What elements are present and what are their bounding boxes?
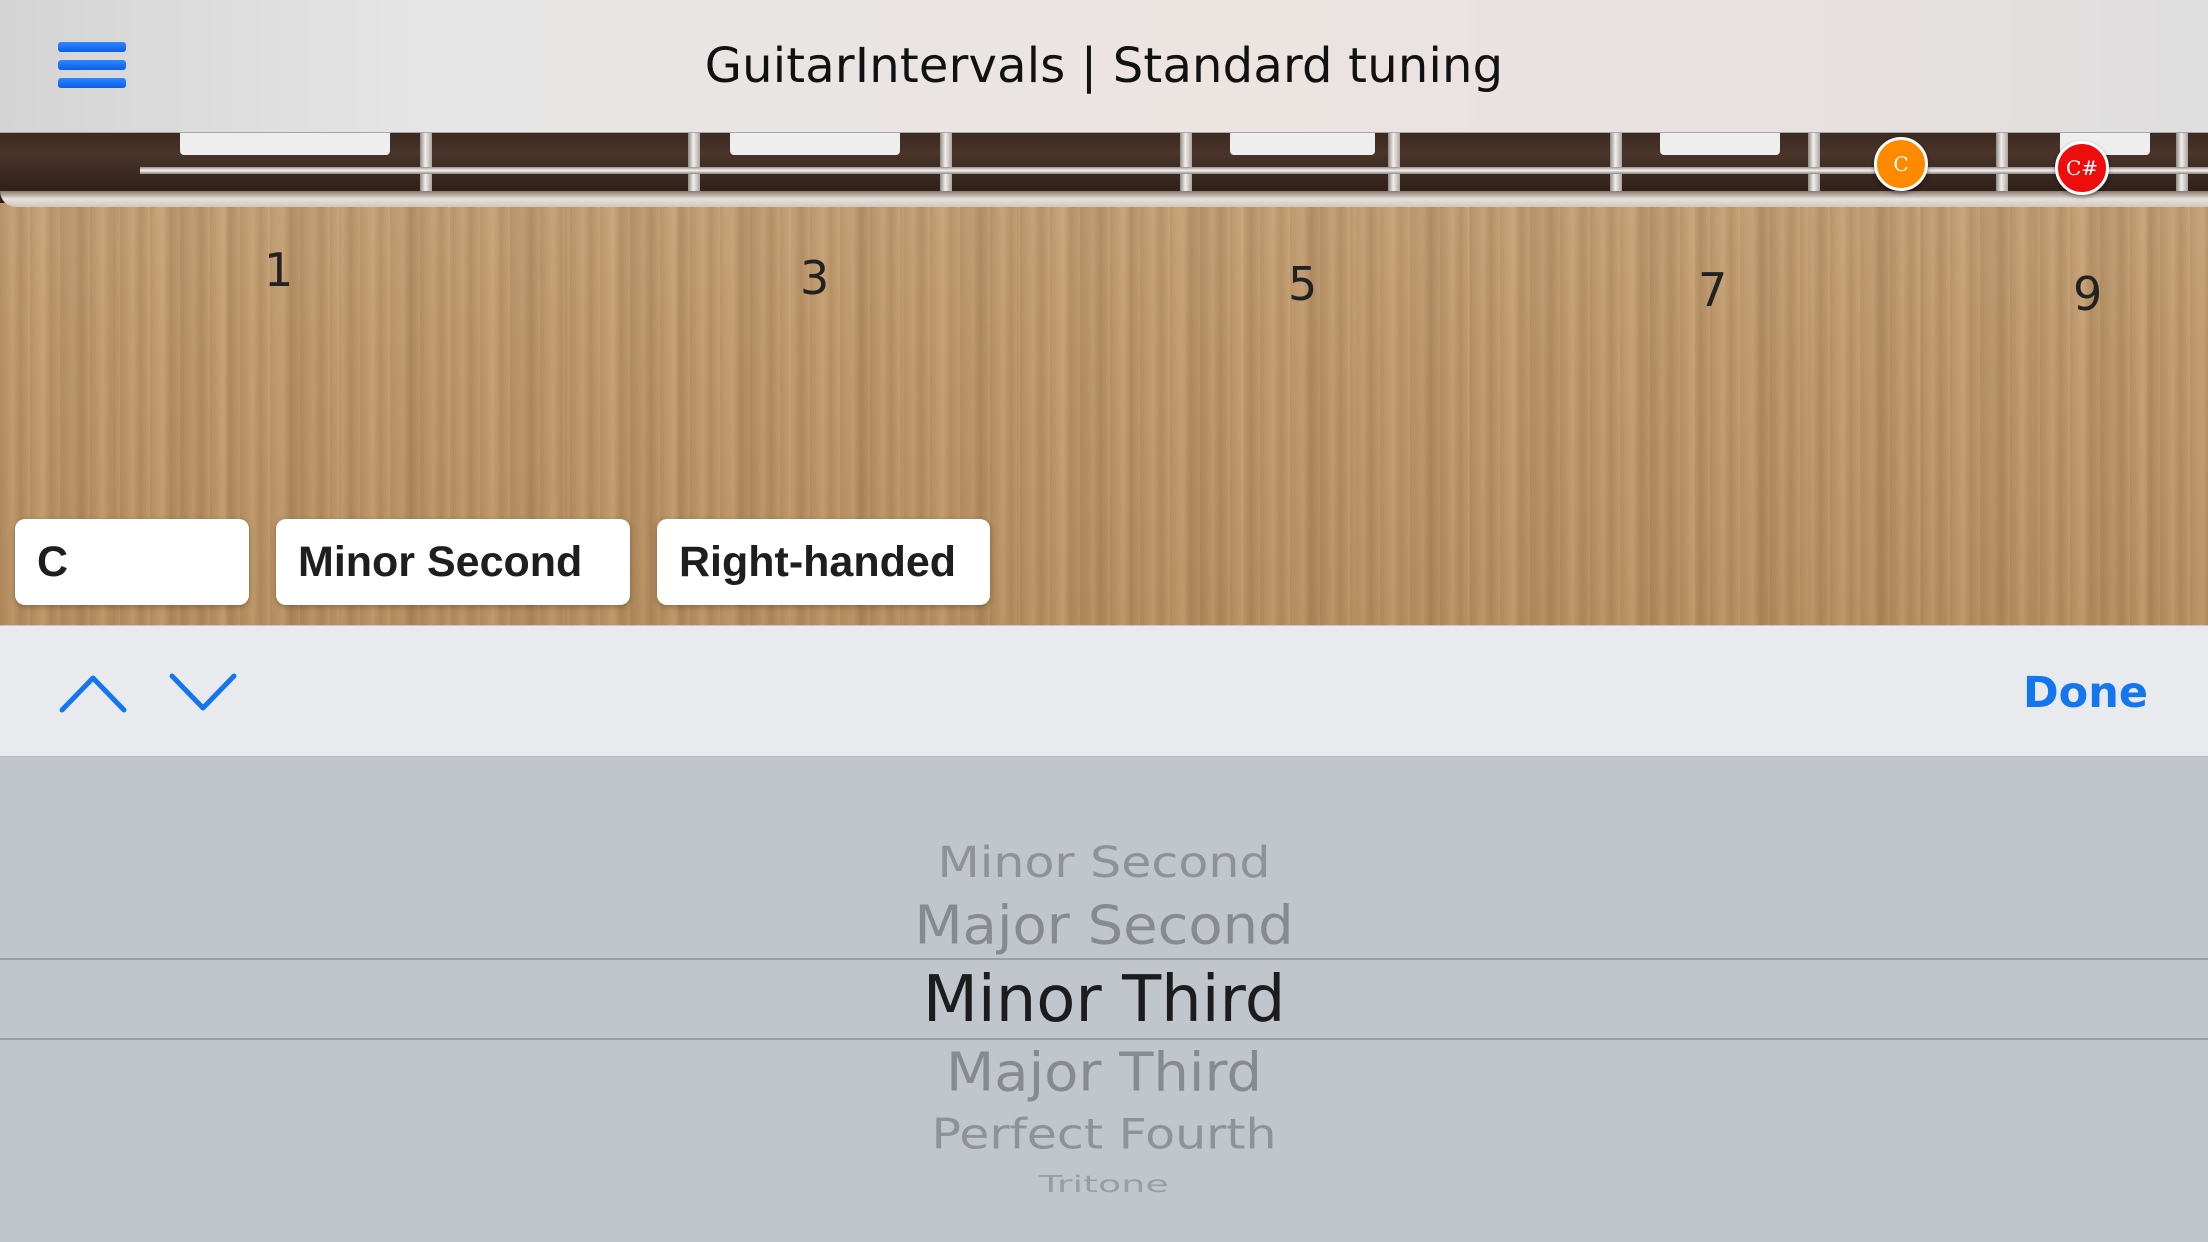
fret-inlay <box>730 133 900 155</box>
fret-wire <box>688 133 700 191</box>
fret-wire <box>1808 133 1820 191</box>
picker-selection-line-bottom <box>0 1038 2208 1040</box>
fretboard-binding <box>0 191 2208 207</box>
chevron-down-icon[interactable] <box>168 666 238 718</box>
picker-option[interactable]: Tritone <box>0 1171 2208 1197</box>
note-marker-c[interactable]: C <box>1874 137 1928 191</box>
picker-toolbar: Done <box>0 625 2208 757</box>
fret-wire <box>420 133 432 191</box>
root-note-selector[interactable]: C <box>15 519 249 605</box>
picker-option-selected[interactable]: Minor Third <box>0 963 2208 1037</box>
guitar-fretboard: 1 3 5 7 9 C C# C Minor Second Right-hand… <box>0 133 2208 625</box>
interval-selector[interactable]: Minor Second <box>276 519 630 605</box>
fret-wire <box>1610 133 1622 191</box>
done-button[interactable]: Done <box>2023 668 2148 718</box>
fret-wire <box>2176 133 2188 191</box>
chevron-up-icon[interactable] <box>58 666 128 718</box>
handedness-selector[interactable]: Right-handed <box>657 519 990 605</box>
picker-option[interactable]: Perfect Fourth <box>0 1110 2208 1159</box>
fret-wire <box>940 133 952 191</box>
fret-number: 7 <box>1698 263 1728 317</box>
page-title: GuitarIntervals | Standard tuning <box>704 38 1504 94</box>
fret-number: 9 <box>2073 267 2103 321</box>
fret-wire <box>1180 133 1192 191</box>
note-marker-c-sharp[interactable]: C# <box>2055 141 2109 195</box>
fret-wire <box>1996 133 2008 191</box>
picker-option[interactable]: Major Second <box>0 894 2208 956</box>
fret-number: 1 <box>264 243 294 297</box>
fret-inlay <box>180 133 390 155</box>
fret-wire <box>1388 133 1400 191</box>
picker-option[interactable]: Major Third <box>0 1041 2208 1103</box>
fret-number: 3 <box>800 251 830 305</box>
picker-option[interactable]: Minor Second <box>0 837 2208 887</box>
interval-picker-wheel[interactable]: Minor Second Major Second Minor Third Ma… <box>0 757 2208 1242</box>
navigation-bar: GuitarIntervals | Standard tuning <box>0 0 2208 133</box>
fret-inlay <box>1230 133 1375 155</box>
fret-number: 5 <box>1288 257 1318 311</box>
picker-selection-line-top <box>0 958 2208 960</box>
fret-inlay <box>1660 133 1780 155</box>
